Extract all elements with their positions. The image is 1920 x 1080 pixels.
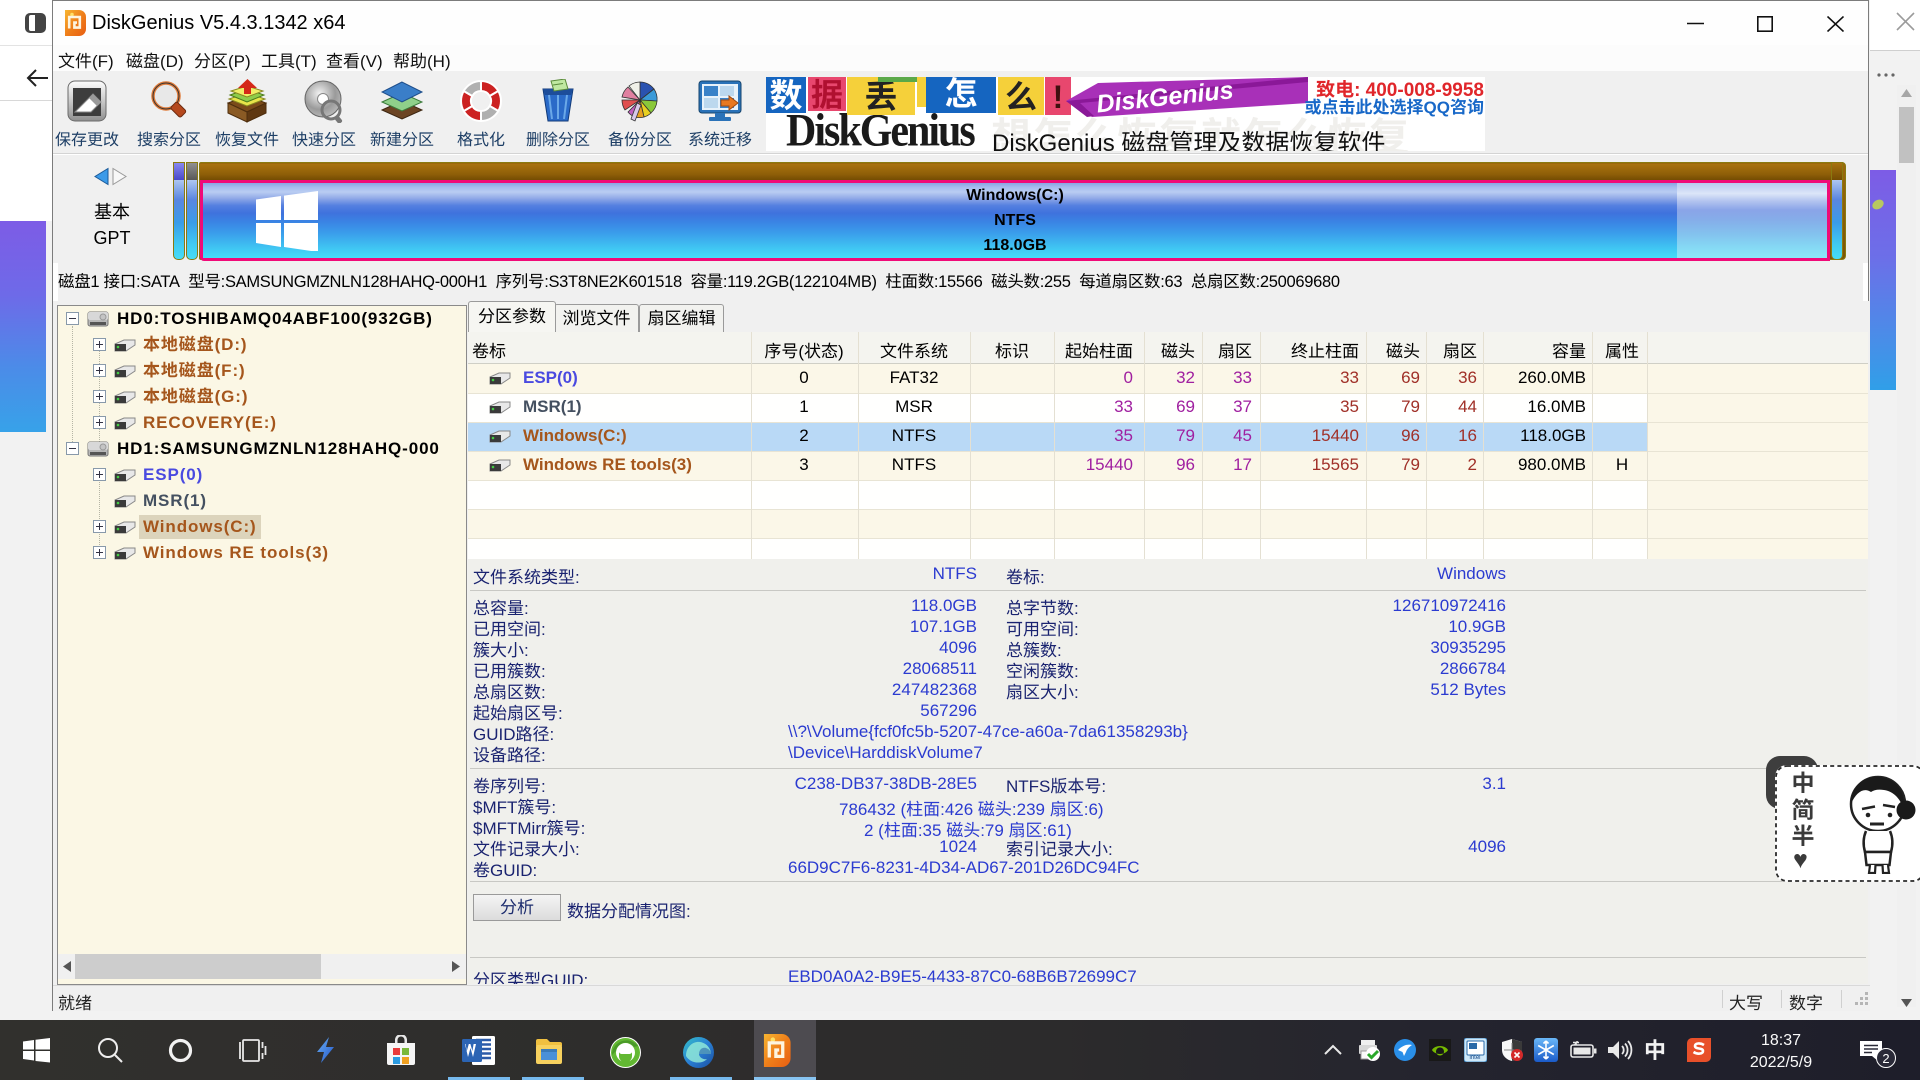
- svg-text:intel: intel: [1469, 1055, 1480, 1061]
